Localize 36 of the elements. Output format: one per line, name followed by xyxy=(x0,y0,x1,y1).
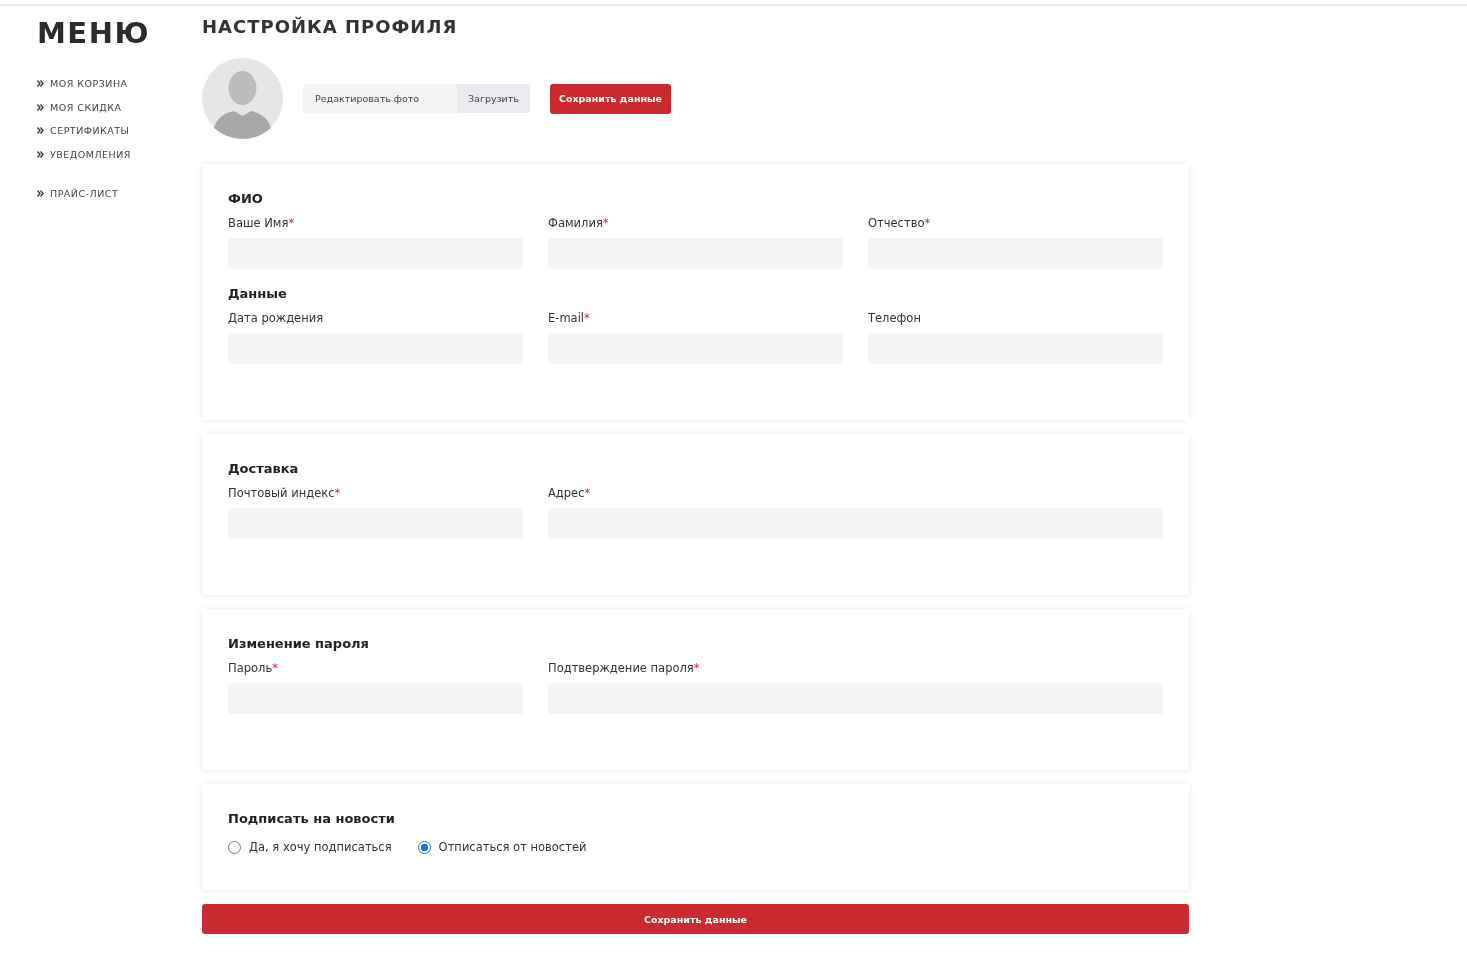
section-title: Доставка xyxy=(228,460,300,478)
field-label: Дата рождения xyxy=(228,311,325,325)
section-title: Изменение пароля xyxy=(228,635,370,653)
field-label: Ваше Имя* xyxy=(228,216,296,230)
menu-title: МЕНЮ xyxy=(37,16,151,50)
section-title: Подписать на новости xyxy=(228,810,396,828)
chevron-icon xyxy=(37,103,44,111)
radio-button[interactable] xyxy=(417,840,431,854)
save-button[interactable]: Сохранить данные xyxy=(549,83,672,114)
section-title: Данные xyxy=(228,285,288,303)
menu-link[interactable]: МОЯ КОРЗИНА xyxy=(50,78,128,90)
page-title: НАСТРОЙКА ПРОФИЛЯ xyxy=(202,16,459,38)
field-label: Почтовый индекс* xyxy=(228,486,342,500)
chevron-icon xyxy=(37,150,44,158)
chevron-icon xyxy=(37,190,44,198)
radio-label: Да, я хочу подписаться xyxy=(249,840,392,854)
radio-button[interactable] xyxy=(228,840,241,854)
edit-photo-field[interactable]: Редактировать фото Загрузить xyxy=(303,84,530,113)
menu-link[interactable]: СЕРТИФИКАТЫ xyxy=(50,125,130,137)
submit-button[interactable]: Сохранить данные xyxy=(202,904,1189,934)
section-title: ФИО xyxy=(228,190,264,208)
field-label: Пароль* xyxy=(228,661,279,675)
chevron-icon xyxy=(37,127,44,135)
field-label: Адрес* xyxy=(548,486,592,500)
chevron-icon xyxy=(37,80,44,88)
field-label: Подтверждение пароля* xyxy=(548,661,701,675)
menu-link[interactable]: УВЕДОМЛЕНИЯ xyxy=(50,148,131,160)
radio-label: Отписаться от новостей xyxy=(438,840,587,854)
field-label: E-mail* xyxy=(548,311,591,325)
field-label: Фамилия* xyxy=(548,216,610,230)
menu-link[interactable]: МОЯ СКИДКА xyxy=(50,101,122,113)
field-label: Телефон xyxy=(868,311,922,325)
avatar-silhouette-icon xyxy=(202,58,283,139)
field-label: Отчество* xyxy=(868,216,932,230)
menu-link[interactable]: ПРАЙС-ЛИСТ xyxy=(50,188,119,200)
upload-button[interactable]: Загрузить xyxy=(457,84,530,113)
